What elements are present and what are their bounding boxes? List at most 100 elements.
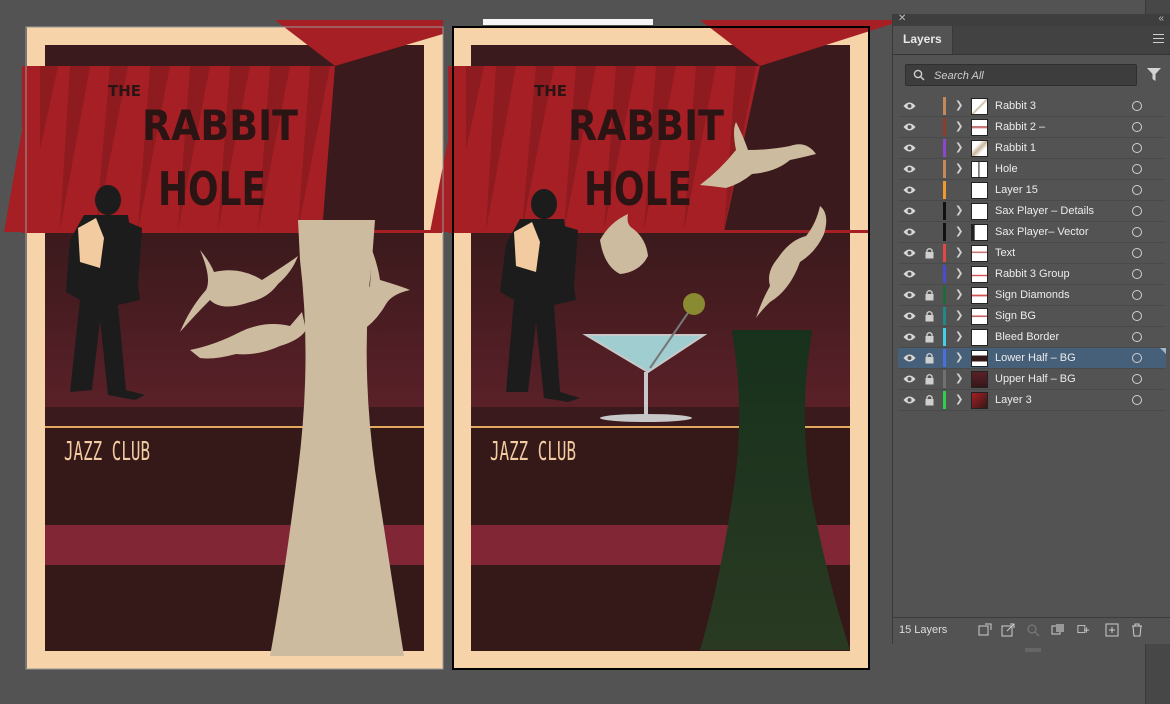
- lock-icon[interactable]: [925, 289, 934, 301]
- target-circle-icon[interactable]: [1132, 395, 1142, 405]
- lock-toggle-area[interactable]: [925, 142, 934, 154]
- chevron-right-icon[interactable]: ❯: [955, 268, 963, 280]
- layer-name[interactable]: Bleed Border: [995, 331, 1059, 343]
- layer-row[interactable]: ❯ Bleed Border: [898, 327, 1166, 348]
- chevron-right-icon[interactable]: ❯: [955, 163, 963, 175]
- layer-row[interactable]: ❯ Rabbit 2 –: [898, 117, 1166, 138]
- chevron-right-icon[interactable]: ❯: [955, 310, 963, 322]
- target-circle-icon[interactable]: [1132, 206, 1142, 216]
- target-circle-icon[interactable]: [1132, 374, 1142, 384]
- eye-icon[interactable]: [903, 206, 916, 216]
- layer-name[interactable]: Layer 3: [995, 394, 1032, 406]
- lock-toggle-area[interactable]: [925, 268, 934, 280]
- lock-icon[interactable]: [925, 394, 934, 406]
- layer-row[interactable]: ❯ Layer 3: [898, 390, 1166, 411]
- layer-name[interactable]: Layer 15: [995, 184, 1038, 196]
- target-circle-icon[interactable]: [1132, 227, 1142, 237]
- lock-icon[interactable]: [925, 373, 934, 385]
- eye-icon[interactable]: [903, 290, 916, 300]
- chevron-right-icon[interactable]: ❯: [955, 373, 963, 385]
- lock-toggle-area[interactable]: [925, 121, 934, 133]
- layer-row[interactable]: ❯ Rabbit 3: [898, 96, 1166, 117]
- layer-name[interactable]: Sign BG: [995, 310, 1036, 322]
- eye-icon[interactable]: [903, 185, 916, 195]
- layer-row[interactable]: ❯ Sax Player– Vector: [898, 222, 1166, 243]
- lock-icon[interactable]: [925, 247, 934, 259]
- eye-icon[interactable]: [903, 122, 916, 132]
- layer-name[interactable]: Rabbit 2 –: [995, 121, 1045, 133]
- chevron-right-icon[interactable]: ❯: [955, 226, 963, 238]
- delete-layer-icon[interactable]: [1130, 623, 1144, 637]
- eye-icon[interactable]: [903, 143, 916, 153]
- layer-name[interactable]: Sign Diamonds: [995, 289, 1070, 301]
- chevron-right-icon[interactable]: ❯: [955, 142, 963, 154]
- layer-name[interactable]: Sax Player – Details: [995, 205, 1094, 217]
- target-circle-icon[interactable]: [1132, 164, 1142, 174]
- layer-row[interactable]: ❯ Rabbit 3 Group: [898, 264, 1166, 285]
- layer-row[interactable]: ❯ Upper Half – BG: [898, 369, 1166, 390]
- lock-toggle-area[interactable]: [925, 226, 934, 238]
- lock-toggle-area[interactable]: [925, 184, 934, 196]
- panel-title-bar[interactable]: ✕ «: [893, 13, 1170, 26]
- target-circle-icon[interactable]: [1132, 332, 1142, 342]
- eye-icon[interactable]: [903, 164, 916, 174]
- lock-toggle-area[interactable]: [925, 205, 934, 217]
- layer-row[interactable]: ❯ Sign BG: [898, 306, 1166, 327]
- layer-name[interactable]: Rabbit 1: [995, 142, 1036, 154]
- chevron-right-icon[interactable]: ❯: [955, 331, 963, 343]
- chevron-right-icon[interactable]: ❯: [955, 100, 963, 112]
- chevron-right-icon[interactable]: ❯: [955, 352, 963, 364]
- target-circle-icon[interactable]: [1132, 353, 1142, 363]
- eye-icon[interactable]: [903, 353, 916, 363]
- search-box[interactable]: [905, 64, 1137, 86]
- collapse-panel-icon[interactable]: «: [1158, 13, 1164, 24]
- lock-icon[interactable]: [925, 331, 934, 343]
- artboard-canvas[interactable]: THE RABBIT HOLE JAZZ CLUB THE RABBIT HOL…: [0, 0, 892, 704]
- layer-row[interactable]: ❯ Lower Half – BG: [898, 348, 1166, 369]
- chevron-right-icon[interactable]: ❯: [955, 247, 963, 259]
- layer-row[interactable]: Layer 15: [898, 180, 1166, 201]
- export-icon[interactable]: [1001, 623, 1015, 637]
- target-circle-icon[interactable]: [1132, 248, 1142, 258]
- eye-icon[interactable]: [903, 101, 916, 111]
- target-circle-icon[interactable]: [1132, 143, 1142, 153]
- lock-icon[interactable]: [925, 310, 934, 322]
- clipping-mask-icon[interactable]: [1051, 623, 1065, 637]
- target-circle-icon[interactable]: [1132, 290, 1142, 300]
- target-circle-icon[interactable]: [1132, 185, 1142, 195]
- layer-name[interactable]: Hole: [995, 163, 1018, 175]
- lock-icon[interactable]: [925, 352, 934, 364]
- layer-row[interactable]: ❯ Rabbit 1: [898, 138, 1166, 159]
- layer-name[interactable]: Lower Half – BG: [995, 352, 1076, 364]
- layer-row[interactable]: ❯ Sax Player – Details: [898, 201, 1166, 222]
- artboard-1[interactable]: THE RABBIT HOLE JAZZ CLUB: [4, 20, 443, 669]
- layer-name[interactable]: Text: [995, 247, 1015, 259]
- layer-name[interactable]: Rabbit 3: [995, 100, 1036, 112]
- chevron-right-icon[interactable]: ❯: [955, 394, 963, 406]
- target-circle-icon[interactable]: [1132, 101, 1142, 111]
- lock-toggle-area[interactable]: [925, 100, 934, 112]
- layer-name[interactable]: Sax Player– Vector: [995, 226, 1089, 238]
- close-panel-icon[interactable]: ✕: [898, 13, 906, 24]
- target-circle-icon[interactable]: [1132, 122, 1142, 132]
- chevron-right-icon[interactable]: ❯: [955, 121, 963, 133]
- eye-icon[interactable]: [903, 227, 916, 237]
- panel-menu-icon[interactable]: [1153, 34, 1164, 43]
- new-layer-icon[interactable]: [1105, 623, 1119, 637]
- eye-icon[interactable]: [903, 311, 916, 321]
- search-input[interactable]: [932, 67, 1131, 85]
- eye-icon[interactable]: [903, 248, 916, 258]
- layer-row[interactable]: ❯ Hole: [898, 159, 1166, 180]
- layer-row[interactable]: ❯ Text: [898, 243, 1166, 264]
- locate-object-icon[interactable]: [1026, 623, 1040, 637]
- eye-icon[interactable]: [903, 374, 916, 384]
- chevron-right-icon[interactable]: ❯: [955, 289, 963, 301]
- target-circle-icon[interactable]: [1132, 269, 1142, 279]
- artboards-svg[interactable]: THE RABBIT HOLE JAZZ CLUB THE RABBIT HOL…: [0, 0, 892, 704]
- new-sublayer-icon[interactable]: [1077, 623, 1091, 637]
- lock-toggle-area[interactable]: [925, 163, 934, 175]
- eye-icon[interactable]: [903, 269, 916, 279]
- tab-layers[interactable]: Layers: [893, 26, 953, 54]
- eye-icon[interactable]: [903, 395, 916, 405]
- layer-name[interactable]: Upper Half – BG: [995, 373, 1076, 385]
